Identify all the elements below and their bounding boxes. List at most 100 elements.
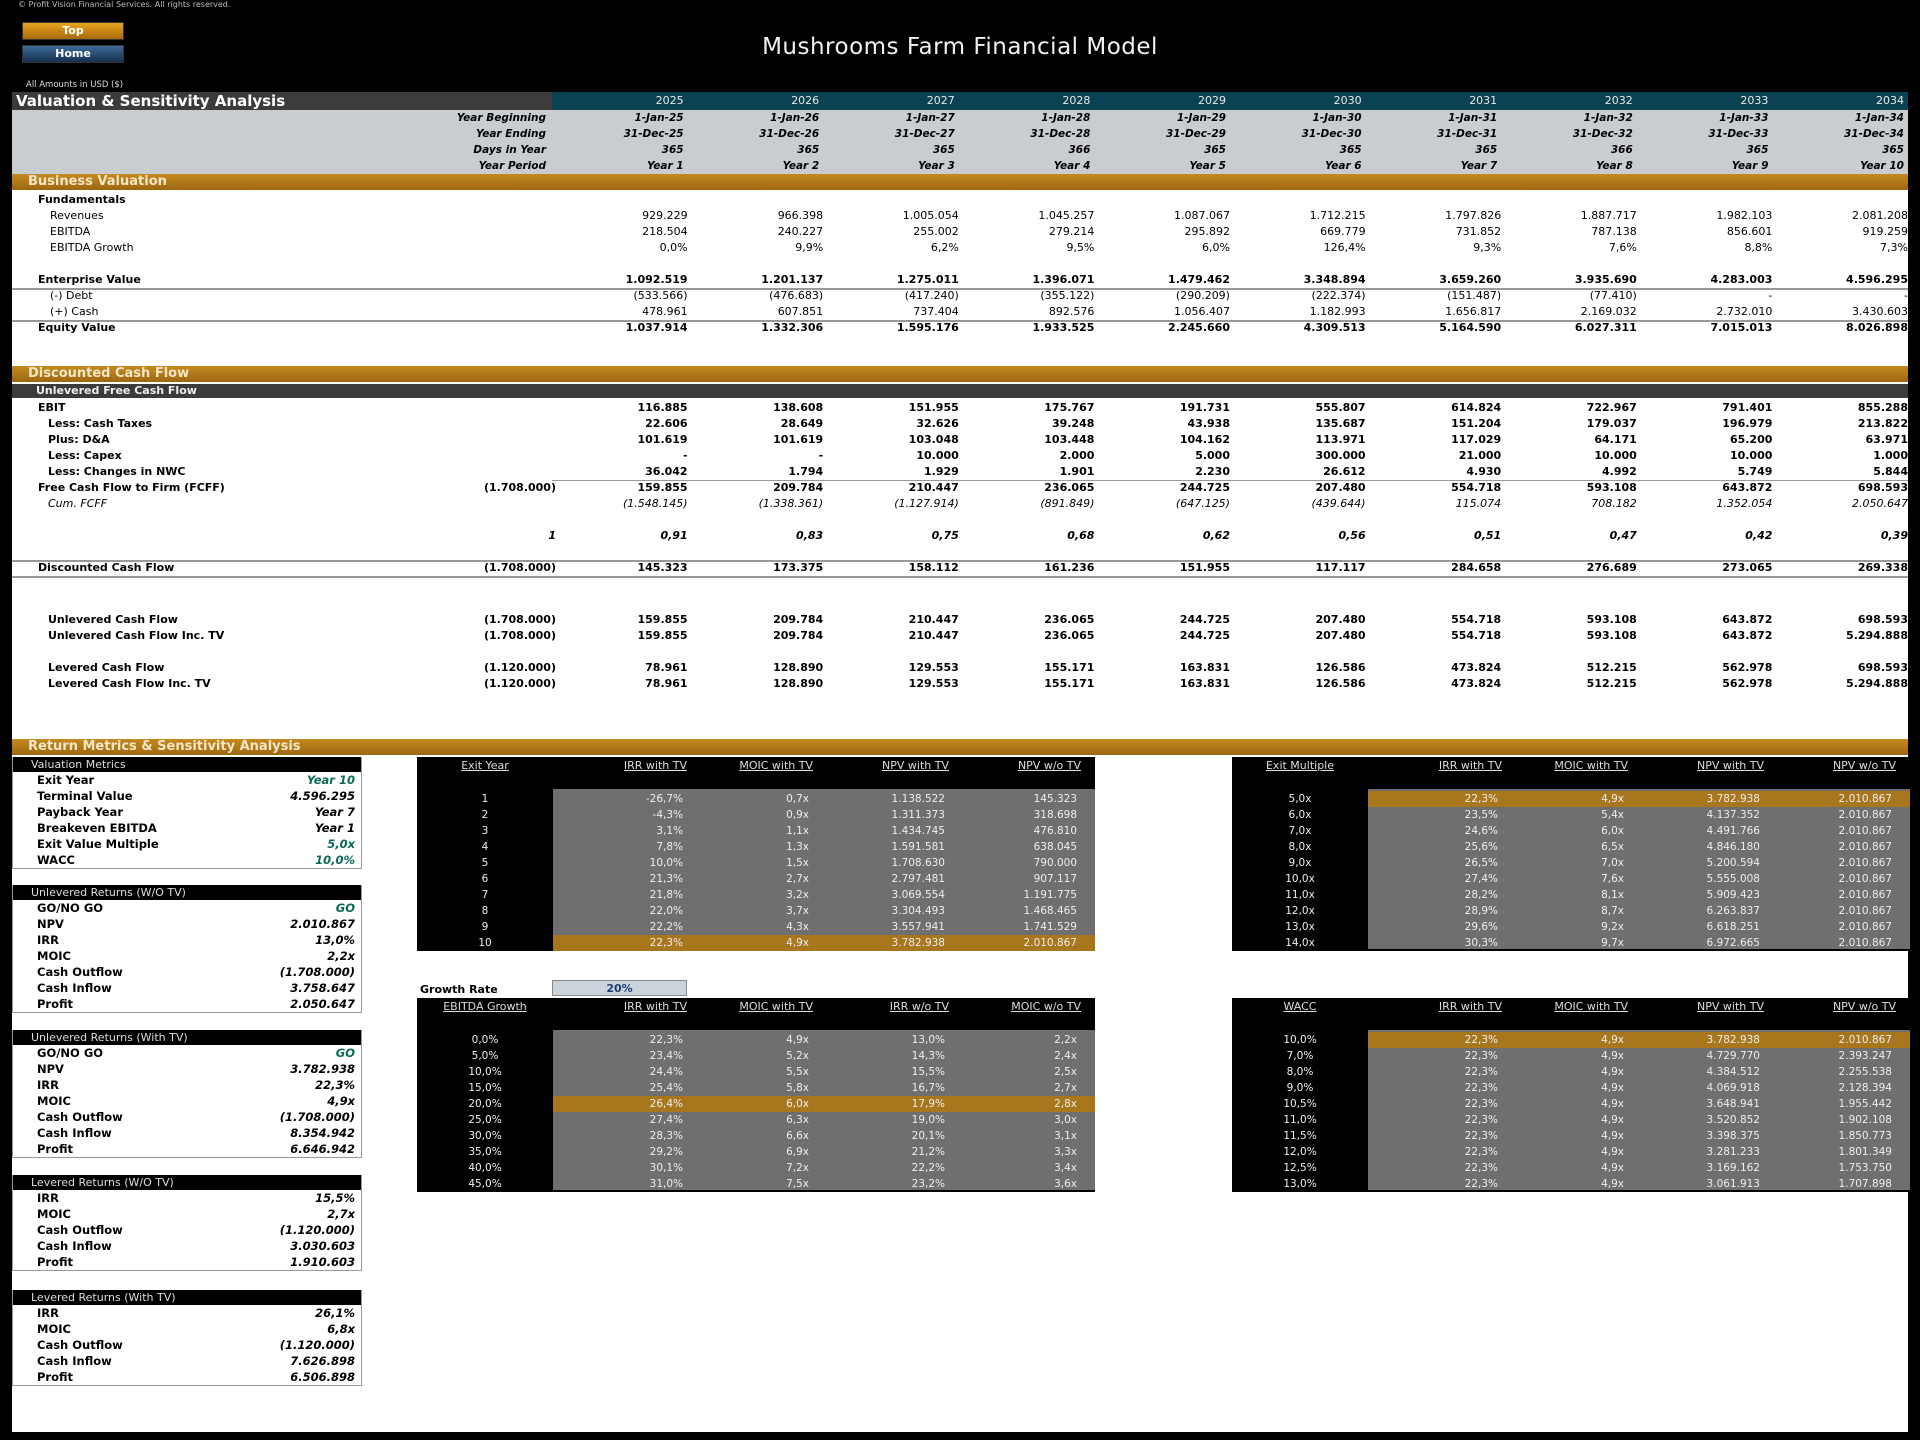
metric-label: IRR <box>37 1191 59 1205</box>
cell-value: 1.797.826 <box>1445 209 1502 222</box>
metric-row: GO/NO GO GO <box>13 900 361 916</box>
timeline-cell: Year 4 <box>1053 160 1091 172</box>
cell-value: (439.644) <box>1311 497 1366 510</box>
cell-value: 30,3% <box>1464 937 1498 949</box>
cell-value: 22,3% <box>1464 1114 1498 1126</box>
initial-value: (1.708.000) <box>484 561 556 574</box>
timeline-cell: 365 <box>1746 144 1769 156</box>
table-row: Revenues 929.229 966.398 1.005.054 1.045.257… <box>12 208 1908 224</box>
cell-value: 15,5% <box>911 1066 945 1078</box>
cell-value: 7,3% <box>1880 241 1908 254</box>
cell-value: 129.553 <box>908 677 959 690</box>
cell-value: 1.595.176 <box>896 321 959 334</box>
cell-value: 135.687 <box>1315 417 1366 430</box>
row-key: 7,0% <box>1286 1050 1314 1062</box>
table-row: 6 21,3% 2,7x 2.797.481 907.117 <box>417 871 1095 887</box>
sensitivity-table: EBITDA Growth IRR with TV MOIC with TV IRR … <box>417 998 1095 1192</box>
metric-label: Cash Inflow <box>37 981 112 995</box>
cell-value: 4.729.770 <box>1706 1050 1760 1062</box>
cell-value: 722.967 <box>1586 401 1637 414</box>
cell-value: 78.961 <box>645 661 688 674</box>
metric-value: 3.782.938 <box>290 1062 355 1076</box>
cell-value: 2,5x <box>1054 1066 1077 1078</box>
cell-value: 7,6x <box>1601 873 1624 885</box>
metric-row: Profit 1.910.603 <box>13 1254 361 1270</box>
table-row: 10,0% 24,4% 5,5x 15,5% 2,5x <box>417 1064 1095 1080</box>
metric-row: Cash Outflow (1.120.000) <box>13 1337 361 1353</box>
cell-value: 279.214 <box>1048 225 1095 238</box>
timeline-cell: 31-Dec-31 <box>1437 128 1498 140</box>
cell-value: 1.708.630 <box>891 857 945 869</box>
timeline-cell: 1-Jan-27 <box>905 112 955 124</box>
cell-value: 4,9x <box>1601 1162 1624 1174</box>
cell-value: 103.448 <box>1044 433 1095 446</box>
cell-value: 23,2% <box>911 1178 945 1190</box>
initial-value: (1.120.000) <box>484 661 556 674</box>
metric-value: 13,0% <box>315 933 355 947</box>
cell-value: 2.393.247 <box>1838 1050 1892 1062</box>
cell-value: (77.410) <box>1589 289 1637 302</box>
row-key: 13,0% <box>1283 1178 1317 1190</box>
metric-label: Cash Outflow <box>37 965 123 979</box>
cell-value: 593.108 <box>1586 629 1637 642</box>
table-row: Plus: D&A 101.619 101.619 103.048 103.448 104… <box>12 432 1908 448</box>
metric-value: 5,0x <box>327 837 355 851</box>
cell-value: 25,6% <box>1464 841 1498 853</box>
table-row: 0,0% 22,3% 4,9x 13,0% 2,2x <box>417 1032 1095 1048</box>
cell-value: 155.171 <box>1044 677 1095 690</box>
metric-value: 2,2x <box>327 949 355 963</box>
timeline-label: Year Period <box>478 160 546 172</box>
table-row: 6,0x 23,5% 5,4x 4.137.352 2.010.867 <box>1232 807 1910 823</box>
metric-label: Cash Outflow <box>37 1110 123 1124</box>
cell-value: 2.050.647 <box>1852 497 1908 510</box>
metric-value: 3.030.603 <box>290 1239 355 1253</box>
cell-value: 22,2% <box>911 1162 945 1174</box>
timeline-cell: 31-Dec-25 <box>623 128 684 140</box>
metric-row: Cash Outflow (1.120.000) <box>13 1222 361 1238</box>
metric-row: Profit 6.506.898 <box>13 1369 361 1385</box>
cell-value: 0,56 <box>1338 529 1366 542</box>
table-row: EBITDA 218.504 240.227 255.002 279.214 295.89… <box>12 224 1908 240</box>
cell-value: 7.015.013 <box>1710 321 1773 334</box>
timeline-cell: 31-Dec-30 <box>1301 128 1362 140</box>
metric-label: Cash Outflow <box>37 1338 123 1352</box>
cell-value: 22.606 <box>645 417 688 430</box>
timeline-cell: Year 3 <box>918 160 955 172</box>
divider <box>12 288 1908 290</box>
metric-value: 22,3% <box>315 1078 355 1092</box>
cell-value: 929.229 <box>642 209 688 222</box>
cell-value: (151.487) <box>1447 289 1502 302</box>
cell-value: 698.593 <box>1857 613 1908 626</box>
cell-value: 8,7x <box>1601 905 1624 917</box>
metric-row: GO/NO GO GO <box>13 1045 361 1061</box>
cell-value: 2.732.010 <box>1716 305 1773 318</box>
row-key: 11,5% <box>1283 1130 1317 1142</box>
cell-value: 8,8% <box>1744 241 1773 254</box>
cell-value: 7,5x <box>786 1178 809 1190</box>
metric-row: Breakeven EBITDA Year 1 <box>13 820 361 836</box>
returns-header: Return Metrics & Sensitivity Analysis <box>12 739 1908 755</box>
cell-value: 1.479.462 <box>1168 273 1230 286</box>
cell-value: 614.824 <box>1451 401 1502 414</box>
cell-value: 159.855 <box>637 613 688 626</box>
cell-value: 244.725 <box>1179 629 1230 642</box>
cell-value: 593.108 <box>1586 481 1637 494</box>
cell-value: 159.855 <box>637 629 688 642</box>
column-header: Exit Year <box>461 759 509 772</box>
table-row: 14,0x 30,3% 9,7x 6.972.665 2.010.867 <box>1232 935 1910 951</box>
cell-value: 179.037 <box>1586 417 1637 430</box>
cell-value: 4.491.766 <box>1706 825 1760 837</box>
cell-value: 1.929 <box>923 465 959 478</box>
metric-value: GO <box>335 901 355 915</box>
timeline-cell: 31-Dec-26 <box>759 128 820 140</box>
cell-value: 643.872 <box>1722 629 1773 642</box>
cell-value: 7,0x <box>1601 857 1624 869</box>
timeline-cell: 366 <box>1610 144 1633 156</box>
growth-rate-input[interactable]: 20% <box>552 980 687 996</box>
timeline-cell: 365 <box>932 144 955 156</box>
metric-value: 10,0% <box>315 853 355 867</box>
metric-value: GO <box>335 1046 355 1060</box>
cell-value: 161.236 <box>1044 561 1095 574</box>
cell-value: 855.288 <box>1857 401 1908 414</box>
row-label: Less: Capex <box>48 449 122 462</box>
